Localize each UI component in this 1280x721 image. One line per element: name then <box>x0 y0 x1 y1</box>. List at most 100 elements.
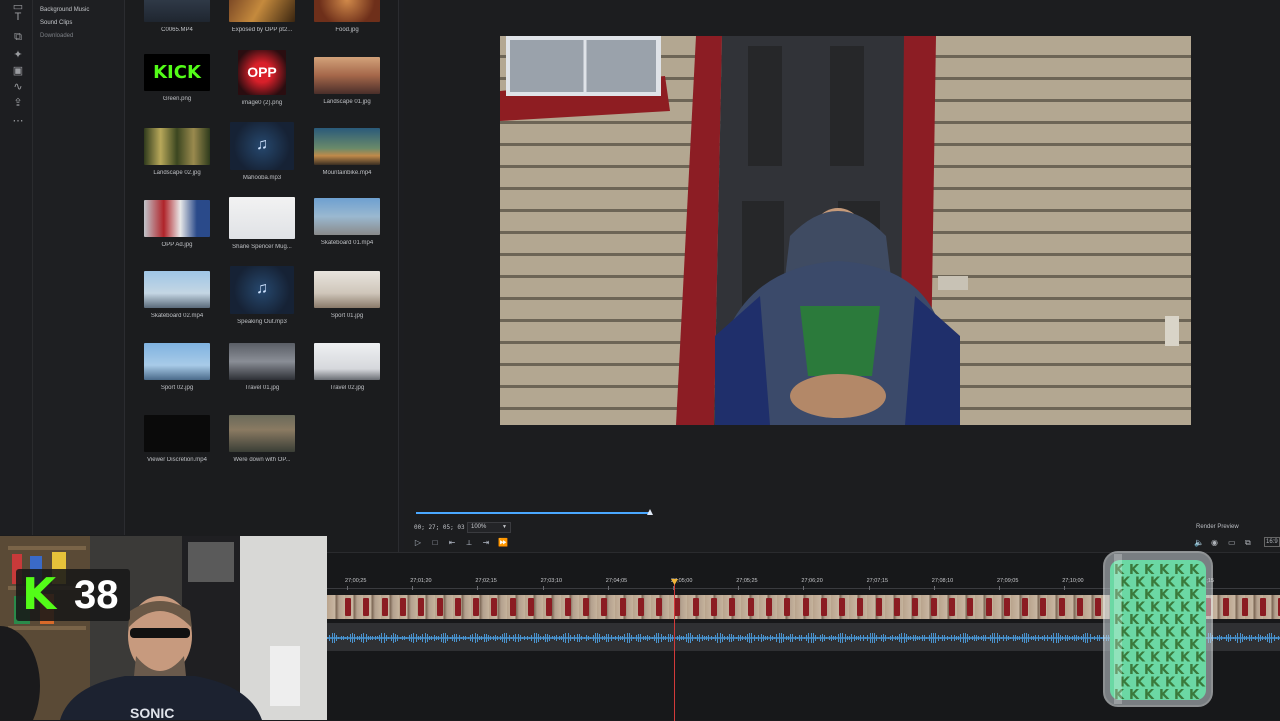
waveform-bar <box>376 636 378 640</box>
title-room-icon[interactable]: T <box>11 10 25 24</box>
media-item[interactable]: OPP image0 (2).png <box>227 50 297 106</box>
audio-thumbnail: ♫ <box>230 122 294 170</box>
ruler-tick-label: 27;00;25 <box>345 578 367 584</box>
media-item[interactable]: Skateboard 02.mp4 <box>142 271 212 319</box>
media-item[interactable]: Exposed by OPP pt2... <box>227 0 297 33</box>
media-item[interactable]: OPP Ad.jpg <box>142 200 212 248</box>
waveform-bar <box>1266 633 1268 643</box>
waveform-bar <box>1026 632 1028 644</box>
media-item[interactable]: Mountainbike.mp4 <box>312 128 382 176</box>
ruler-tick <box>738 586 740 590</box>
kick-thumbnail: KICK <box>144 54 210 91</box>
waveform-bar <box>1235 634 1236 642</box>
waveform-bar <box>1073 634 1075 642</box>
waveform-bar <box>558 636 560 640</box>
waveform-bar <box>588 635 590 641</box>
waveform-bar <box>519 635 521 641</box>
ruler-tick <box>1064 586 1066 590</box>
clip-marker <box>1040 598 1047 616</box>
clip-marker <box>473 598 480 616</box>
timecode-display[interactable]: 00; 27; 05; 03 <box>414 524 465 531</box>
pip-room-icon[interactable]: ▣ <box>11 64 25 78</box>
tree-item-sound-clips[interactable]: Sound Clips <box>40 20 72 26</box>
aspect-ratio-icon[interactable]: 16:9 <box>1264 537 1280 547</box>
media-item[interactable]: ♫ Speaking Out.mp3 <box>227 266 297 325</box>
waveform-bar <box>701 634 703 642</box>
waveform-bar <box>719 632 721 644</box>
display-icon[interactable]: ▭ <box>1228 537 1238 549</box>
media-item[interactable]: Viewer Discretion.mp4 <box>142 415 212 463</box>
waveform-bar <box>858 636 860 640</box>
preview-progress-bar[interactable] <box>416 512 650 514</box>
media-item[interactable]: ♫ Mahooba.mp3 <box>227 122 297 181</box>
waveform-bar <box>887 636 889 640</box>
media-item[interactable]: C0065.MP4 <box>142 0 212 33</box>
media-item[interactable]: Landscape 02.jpg <box>142 128 212 176</box>
waveform-bar <box>712 636 714 640</box>
media-item[interactable]: Sport 02.jpg <box>142 343 212 391</box>
prev-frame-icon[interactable]: ⇤ <box>446 537 458 549</box>
stop-icon[interactable]: □ <box>429 537 441 549</box>
play-icon[interactable]: ▷ <box>412 537 424 549</box>
waveform-bar <box>710 635 712 641</box>
waveform-bar <box>690 633 692 643</box>
clip-marker <box>839 598 846 616</box>
media-item[interactable]: Travel 01.jpg <box>227 343 297 391</box>
media-item[interactable]: KICK Green.png <box>142 54 212 102</box>
waveform-bar <box>919 636 921 640</box>
waveform-bar <box>626 632 628 644</box>
fast-forward-icon[interactable]: ⏩ <box>497 537 509 549</box>
media-item[interactable]: Food.jpg <box>312 0 382 33</box>
clip-marker <box>674 598 681 616</box>
waveform-bar <box>978 636 980 640</box>
waveform-bar <box>578 634 580 642</box>
waveform-bar <box>715 634 717 642</box>
media-item[interactable]: Skateboard 01.mp4 <box>312 198 382 246</box>
waveform-bar <box>653 634 655 642</box>
tree-item-background-music[interactable]: Background Music <box>40 7 89 13</box>
media-thumbnail <box>314 198 380 235</box>
waveform-bar <box>740 635 742 641</box>
waveform-bar <box>955 635 957 641</box>
zoom-select[interactable]: 100% ▼ <box>467 522 511 533</box>
waveform-bar <box>778 632 780 644</box>
effect-room-icon[interactable]: ✦ <box>11 48 25 62</box>
waveform-bar <box>637 633 639 643</box>
waveform-bar <box>933 632 935 644</box>
waveform-bar <box>1087 632 1089 644</box>
transition-room-icon[interactable]: ⧉ <box>11 30 25 44</box>
playhead[interactable] <box>674 579 675 721</box>
media-caption: OPP Ad.jpg <box>161 242 193 248</box>
mark-icon[interactable]: ⟂ <box>463 537 475 549</box>
media-caption: Shane Spencer Mug... <box>232 244 292 250</box>
waveform-bar <box>1250 635 1252 641</box>
preview-video-frame[interactable] <box>500 36 1191 425</box>
preview-progress-handle[interactable] <box>647 509 653 515</box>
next-frame-icon[interactable]: ⇥ <box>480 537 492 549</box>
media-caption: Landscape 02.jpg <box>153 170 201 176</box>
media-item[interactable]: Travel 02.jpg <box>312 343 382 391</box>
more-icon[interactable]: ⋯ <box>11 114 25 128</box>
waveform-bar <box>642 635 644 641</box>
waveform-bar <box>563 634 565 642</box>
media-caption: Food.jpg <box>335 27 359 33</box>
media-item[interactable]: Shane Spencer Mug... <box>227 197 297 250</box>
waveform-bar <box>356 635 358 641</box>
undock-icon[interactable]: ⧉ <box>1245 537 1255 549</box>
export-icon[interactable]: ⇪ <box>11 96 25 110</box>
particle-room-icon[interactable]: ∿ <box>11 80 25 94</box>
media-item[interactable]: Sport 01.jpg <box>312 271 382 319</box>
media-item[interactable]: Landscape 01.jpg <box>312 57 382 105</box>
waveform-bar <box>367 635 369 641</box>
waveform-bar <box>681 636 683 640</box>
ruler-tick-label: 27;01;20 <box>410 578 432 584</box>
waveform-bar <box>937 635 939 641</box>
waveform-bar <box>331 633 333 643</box>
waveform-bar <box>662 636 664 640</box>
media-item[interactable]: Were down with OP... <box>227 415 297 463</box>
jar-k-glyph: K <box>1144 688 1155 703</box>
render-preview-button[interactable]: Render Preview <box>1196 524 1239 530</box>
tree-item-downloaded[interactable]: Downloaded <box>40 33 73 39</box>
waveform-bar <box>685 633 687 643</box>
waveform-bar <box>812 633 814 643</box>
